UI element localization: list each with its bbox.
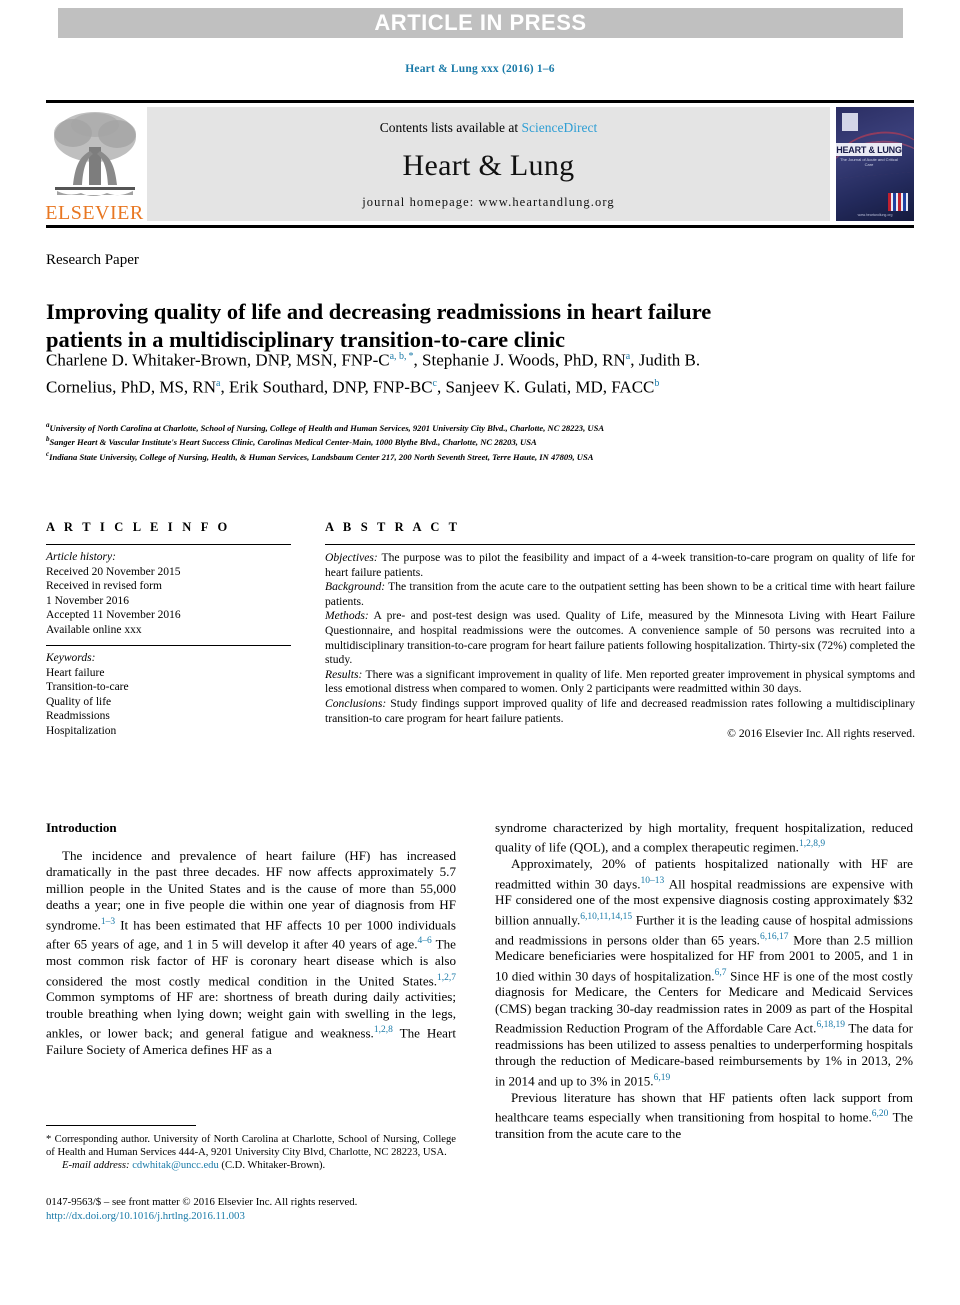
cover-publisher-mark-icon	[842, 113, 858, 131]
journal-cover-thumbnail: HEART & LUNG The Journal of Acute and Cr…	[836, 107, 914, 221]
abstract-section: Results: There was a significant improve…	[325, 667, 915, 696]
body-paragraph: syndrome characterized by high mortality…	[495, 820, 913, 855]
keyword-item: Hospitalization	[46, 724, 117, 737]
abstract-heading: A B S T R A C T	[325, 520, 461, 534]
cover-url: www.heartandlung.org	[857, 213, 893, 217]
body-column-left: Introduction The incidence and prevalenc…	[46, 820, 456, 1058]
article-history-item: 1 November 2016	[46, 594, 130, 607]
article-in-press-label: ARTICLE IN PRESS	[374, 10, 587, 35]
keyword-item: Heart failure	[46, 666, 105, 679]
masthead-center: Contents lists available at ScienceDirec…	[147, 107, 830, 221]
journal-title: Heart & Lung	[402, 148, 575, 182]
body-column-right: syndrome characterized by high mortality…	[495, 820, 913, 1142]
author-list: Charlene D. Whitaker-Brown, DNP, MSN, FN…	[46, 350, 701, 397]
affiliation-item: aUniversity of North Carolina at Charlot…	[46, 421, 605, 433]
article-info-heading: A R T I C L E I N F O	[46, 520, 231, 534]
abstract-sections: Objectives: The purpose was to pilot the…	[325, 551, 915, 726]
body-left-paragraphs: The incidence and prevalence of heart fa…	[46, 848, 456, 1058]
corresponding-author-text: * Corresponding author. University of No…	[46, 1134, 456, 1158]
cover-journal-title: HEART & LUNG	[836, 143, 902, 156]
abstract-section-label: Objectives:	[325, 551, 378, 564]
article-history-item: Available online xxx	[46, 623, 142, 636]
abstract-section: Conclusions: Study findings support impr…	[325, 696, 915, 725]
abstract-copyright: © 2016 Elsevier Inc. All rights reserved…	[727, 727, 915, 741]
article-in-press-banner: ARTICLE IN PRESS	[58, 8, 903, 38]
article-history-item: Accepted 11 November 2016	[46, 609, 181, 621]
journal-homepage-line[interactable]: journal homepage: www.heartandlung.org	[362, 195, 615, 210]
keyword-item: Quality of life	[46, 695, 112, 708]
body-right-paragraphs: syndrome characterized by high mortality…	[495, 820, 913, 1142]
abstract-section: Background: The transition from the acut…	[325, 580, 915, 608]
elsevier-tree-icon	[53, 112, 136, 196]
keywords-label: Keywords:	[46, 652, 96, 664]
affiliation-list: aUniversity of North Carolina at Charlot…	[46, 420, 906, 463]
abstract-section-label: Methods:	[325, 609, 369, 623]
elsevier-logo: ELSEVIER	[45, 103, 144, 225]
corresponding-author-footnote: * Corresponding author. University of No…	[46, 1133, 456, 1172]
contents-lists-prefix: Contents lists available at	[379, 120, 522, 135]
running-head-citation: Heart & Lung xxx (2016) 1–6	[405, 63, 555, 75]
article-history-label: Article history:	[46, 551, 116, 563]
doi-link[interactable]: http://dx.doi.org/10.1016/j.hrtlng.2016.…	[46, 1210, 506, 1224]
article-section-type: Research Paper	[46, 252, 139, 268]
keywords-block: Keywords: Heart failure Transition-to-car…	[46, 646, 291, 738]
journal-masthead: ELSEVIER Contents lists available at Sci…	[45, 100, 914, 228]
abstract-section-label: Background:	[325, 580, 386, 594]
abstract-block: A B S T R A C T Objectives: The purpose …	[325, 520, 915, 742]
body-paragraph: The incidence and prevalence of heart fa…	[46, 848, 456, 1057]
article-history-item: Received in revised form	[46, 580, 162, 592]
issn-copyright-line: 0147-9563/$ – see front matter © 2016 El…	[46, 1196, 358, 1208]
abstract-section-label: Results:	[325, 667, 363, 681]
article-history: Article history: Received 20 November 20…	[46, 545, 291, 645]
keywords-items: Heart failure Transition-to-care Quality o…	[46, 666, 291, 739]
footnote-divider	[46, 1125, 196, 1126]
introduction-heading: Introduction	[46, 820, 117, 835]
cover-badge-icon	[888, 193, 908, 211]
abstract-body: Objectives: The purpose was to pilot the…	[325, 545, 915, 742]
keyword-item: Readmissions	[46, 710, 110, 722]
article-info-block: A R T I C L E I N F O Article history: R…	[46, 520, 291, 738]
page-footer: 0147-9563/$ – see front matter © 2016 El…	[46, 1196, 506, 1223]
elsevier-wordmark: ELSEVIER	[45, 202, 144, 224]
email-owner: (C.D. Whitaker-Brown).	[221, 1160, 326, 1171]
affiliation-item: bSanger Heart & Vascular Institute's Hea…	[46, 435, 537, 448]
cover-journal-subtitle: The Journal of Acute and Critical Care	[840, 157, 898, 167]
body-paragraph: Previous literature has shown that HF pa…	[495, 1089, 913, 1141]
contents-lists-line: Contents lists available at ScienceDirec…	[380, 120, 597, 136]
email-line: E-mail address: cdwhitak@uncc.edu (C.D. …	[46, 1159, 456, 1172]
email-link[interactable]: cdwhitak@uncc.edu	[132, 1160, 219, 1171]
affiliation-item: cIndiana State University, College of Nu…	[46, 449, 594, 462]
abstract-section-label: Conclusions:	[325, 696, 387, 710]
sciencedirect-link[interactable]: ScienceDirect	[522, 120, 598, 135]
body-paragraph: Approximately, 20% of patients hospitali…	[495, 856, 914, 1089]
email-label: E-mail address:	[62, 1160, 130, 1171]
keyword-item: Transition-to-care	[46, 681, 129, 693]
article-history-item: Received 20 November 2015	[46, 565, 181, 578]
article-history-items: Received 20 November 2015 Received in rev…	[46, 565, 291, 638]
abstract-section: Methods: A pre- and post-test design was…	[325, 609, 915, 667]
abstract-section: Objectives: The purpose was to pilot the…	[325, 551, 915, 579]
